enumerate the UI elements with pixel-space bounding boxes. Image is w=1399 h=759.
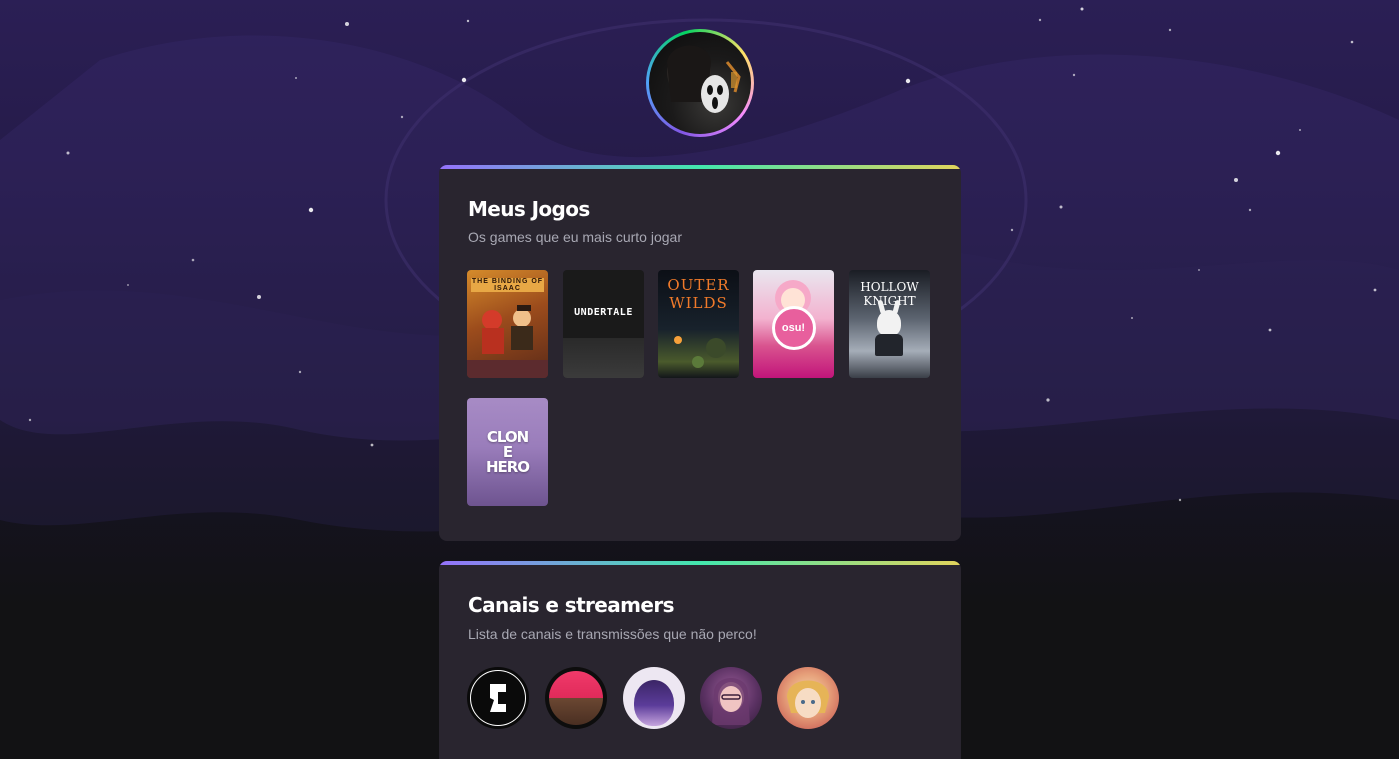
channel-avatar-1[interactable] bbox=[467, 667, 529, 729]
game-osu[interactable]: osu! bbox=[753, 270, 834, 378]
hollow-knight-cloak-icon bbox=[875, 334, 903, 356]
channel-4-avatar-icon bbox=[712, 678, 750, 725]
game-hollow-knight[interactable]: HOLLOW KNIGHT bbox=[849, 270, 930, 378]
game-title-osu: osu! bbox=[781, 322, 806, 334]
game-outer-wilds[interactable]: OUTER WILDS bbox=[658, 270, 739, 378]
channel-avatar-2[interactable] bbox=[545, 667, 607, 729]
profile-avatar-icon bbox=[649, 32, 751, 134]
streams-card: Canais e streamers Lista de canais e tra… bbox=[439, 561, 961, 759]
hollow-knight-mask-icon bbox=[877, 310, 901, 336]
games-card: Meus Jogos Os games que eu mais curto jo… bbox=[439, 165, 961, 541]
game-title-hollow-knight: HOLLOW KNIGHT bbox=[860, 280, 919, 308]
game-title-undertale: UNDERTALE bbox=[574, 306, 633, 318]
channel-3-avatar-icon bbox=[634, 680, 674, 726]
channel-avatar-5[interactable] bbox=[777, 667, 839, 729]
game-binding-of-isaac[interactable]: THE BINDING OF ISAAC bbox=[467, 270, 548, 378]
profile-avatar[interactable] bbox=[646, 29, 754, 137]
channel-avatar-4[interactable] bbox=[700, 667, 762, 729]
game-title-outer-wilds: OUTER WILDS bbox=[667, 276, 730, 312]
streams-title: Canais e streamers bbox=[468, 593, 675, 617]
channel-avatar-3[interactable] bbox=[623, 667, 685, 729]
game-title-binding-of-isaac: THE BINDING OF ISAAC bbox=[471, 278, 544, 292]
games-subtitle: Os games que eu mais curto jogar bbox=[468, 229, 682, 245]
games-title: Meus Jogos bbox=[468, 197, 590, 221]
undertale-castle-icon bbox=[563, 338, 644, 378]
osu-logo-circle: osu! bbox=[771, 306, 816, 350]
game-title-clone-hero: CLONE HERO bbox=[485, 427, 530, 476]
streams-subtitle: Lista de canais e transmissões que não p… bbox=[468, 626, 757, 642]
channel-5-avatar-icon bbox=[787, 680, 829, 718]
channel-1-avatar-icon bbox=[471, 671, 525, 725]
game-undertale[interactable]: UNDERTALE bbox=[563, 270, 644, 378]
game-clone-hero[interactable]: CLONE HERO bbox=[467, 398, 548, 506]
channel-2-avatar-icon bbox=[549, 671, 603, 725]
